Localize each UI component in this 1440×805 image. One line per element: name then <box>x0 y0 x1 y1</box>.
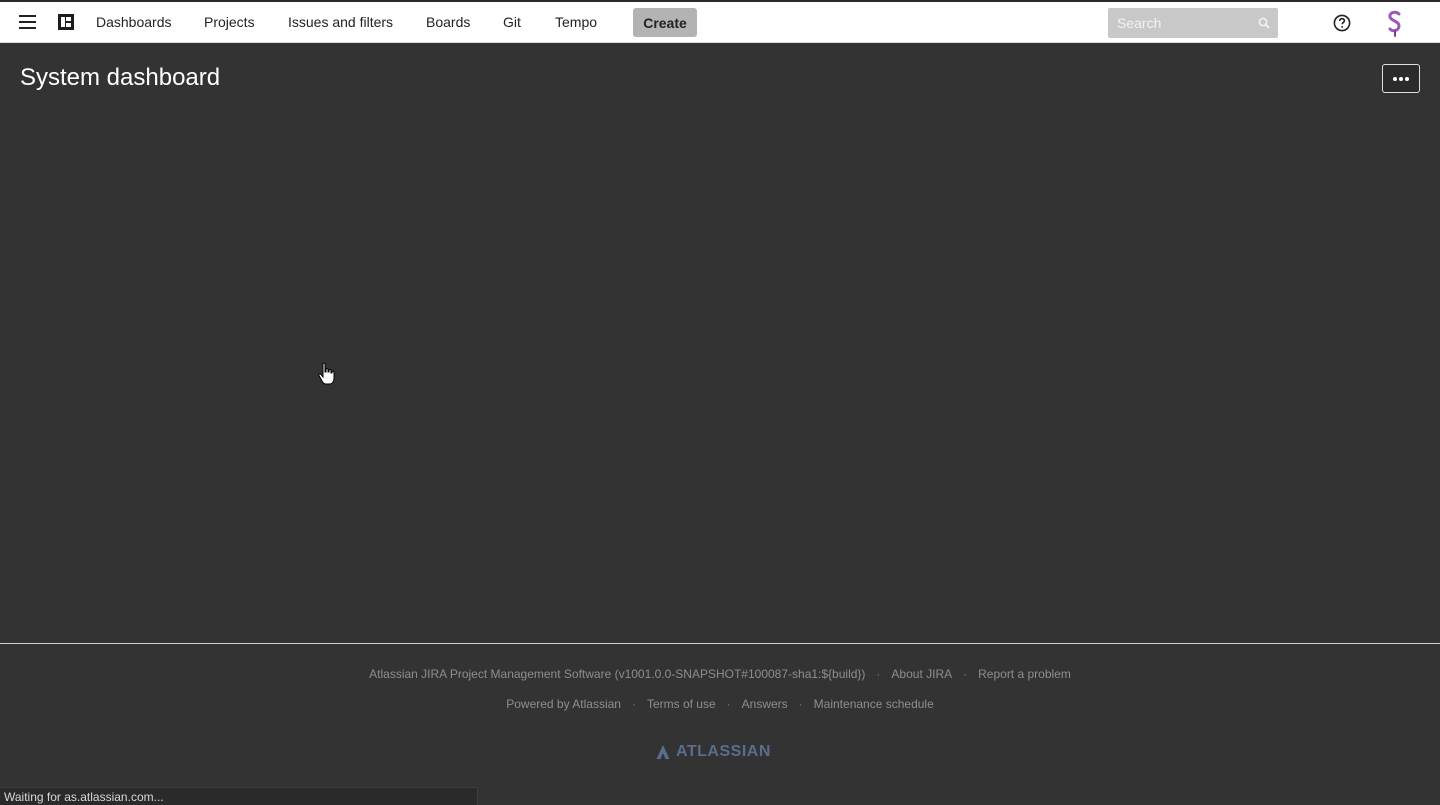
more-actions-icon <box>1393 76 1397 81</box>
top-navigation: Dashboards Projects Issues and filters B… <box>0 0 1440 43</box>
jira-page: Dashboards Projects Issues and filters B… <box>0 0 1440 805</box>
nav-projects[interactable]: Projects <box>204 14 255 30</box>
atlassian-logo-text: ATLASSIAN <box>676 743 771 760</box>
create-button[interactable]: Create <box>633 8 697 37</box>
footer-about-jira-link[interactable]: About JIRA <box>891 667 952 681</box>
footer-divider <box>0 643 1440 644</box>
nav-git[interactable]: Git <box>503 14 521 30</box>
search-icon[interactable] <box>1258 17 1270 29</box>
hand-pointer-cursor <box>318 362 335 385</box>
nav-dashboards[interactable]: Dashboards <box>96 14 172 30</box>
search-input[interactable] <box>1108 8 1258 38</box>
footer-terms-link[interactable]: Terms of use <box>647 697 716 711</box>
footer-links-secondary: Powered by Atlassian · Terms of use · Answer… <box>506 697 934 711</box>
user-avatar[interactable] <box>1384 10 1406 38</box>
footer-report-problem-link[interactable]: Report a problem <box>978 667 1071 681</box>
page-title: System dashboard <box>20 64 221 91</box>
nav-tempo[interactable]: Tempo <box>555 14 597 30</box>
more-actions-button[interactable] <box>1382 64 1420 93</box>
nav-boards[interactable]: Boards <box>426 14 470 30</box>
atlassian-logo-icon <box>656 745 670 759</box>
footer-answers-link[interactable]: Answers <box>742 697 788 711</box>
app-logo-icon[interactable] <box>58 14 74 30</box>
browser-status-bar: Waiting for as.atlassian.com... <box>0 787 478 805</box>
footer-maintenance-link[interactable]: Maintenance schedule <box>814 697 934 711</box>
nav-issues-and-filters[interactable]: Issues and filters <box>288 14 393 30</box>
footer-version-text: Atlassian JIRA Project Management Softwa… <box>369 667 866 681</box>
search-box <box>1108 8 1278 38</box>
help-icon[interactable] <box>1333 14 1351 32</box>
atlassian-logo[interactable]: ATLASSIAN <box>655 743 771 761</box>
hamburger-menu-icon[interactable] <box>19 15 37 29</box>
footer-powered-by-link[interactable]: Powered by Atlassian <box>506 697 621 711</box>
footer-links-primary: Atlassian JIRA Project Management Softwa… <box>369 667 1071 681</box>
